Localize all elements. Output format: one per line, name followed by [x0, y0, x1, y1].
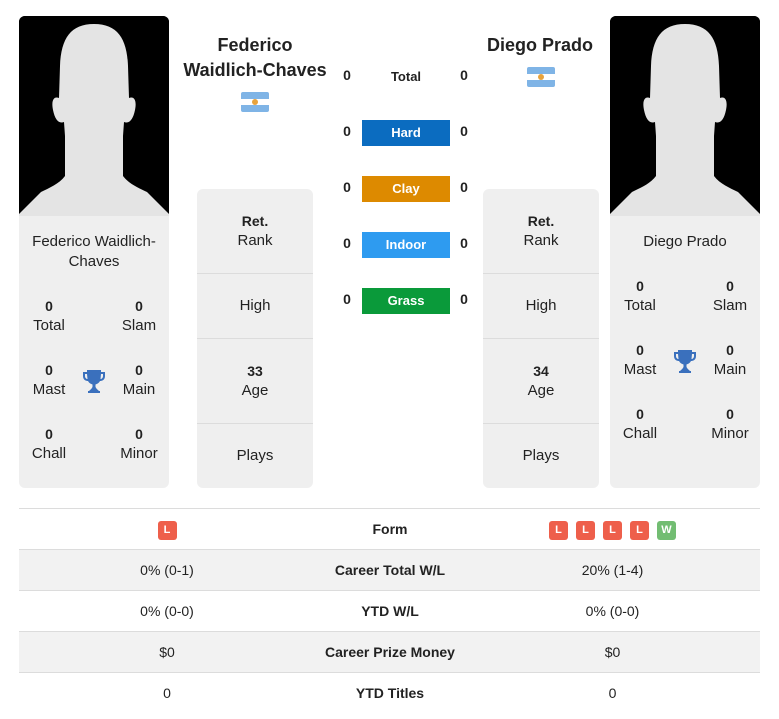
- player2-info-column: Ret. Rank High 34 Age Plays: [483, 189, 599, 488]
- player1-info-column: Ret. Rank High 33 Age Plays: [197, 189, 313, 488]
- comparison-table: L Form LLLLW 0% (0-1) Career Total W/L 2…: [19, 508, 760, 713]
- form-badge: L: [630, 520, 649, 540]
- player1-main-titles: 0 Main: [122, 362, 156, 398]
- h2h-total-p1: 0: [343, 67, 351, 83]
- table-row: 0% (0-0) YTD W/L 0% (0-0): [19, 590, 760, 631]
- player-silhouette-icon: [610, 16, 760, 216]
- player2-card: Diego Prado 0 Total 0 Slam 0 Mast 0 Main…: [610, 216, 760, 488]
- form-label: Form: [372, 521, 408, 537]
- trophy-icon: [82, 368, 106, 394]
- player1-value: 0% (0-0): [140, 603, 194, 619]
- table-row: 0% (0-1) Career Total W/L 20% (1-4): [19, 549, 760, 590]
- player1-minor-titles: 0 Minor: [120, 426, 158, 462]
- player1-slam-titles: 0 Slam: [121, 298, 157, 334]
- divider: [197, 273, 313, 274]
- player1-card: Federico Waidlich- Chaves 0 Total 0 Slam…: [19, 216, 169, 488]
- divider: [197, 423, 313, 424]
- h2h-total-p2: 0: [460, 67, 468, 83]
- player-silhouette-icon: [19, 16, 169, 216]
- player2-photo: [610, 16, 760, 216]
- player2-name-link[interactable]: Diego Prado: [470, 33, 610, 58]
- player1-value: $0: [159, 644, 175, 660]
- player1-rank: Ret. Rank: [237, 213, 273, 249]
- h2h-hard-p2: 0: [460, 123, 468, 139]
- player2-total-titles: 0 Total: [624, 278, 656, 314]
- player2-main-titles: 0 Main: [713, 342, 747, 378]
- player2-plays: Plays: [522, 447, 560, 464]
- player1-card-name-line1: Federico Waidlich-: [32, 233, 156, 250]
- table-row: 0 YTD Titles 0: [19, 672, 760, 713]
- player1-high: High: [239, 297, 271, 314]
- player1-value: 0: [163, 685, 171, 701]
- divider: [483, 338, 599, 339]
- player2-slam-titles: 0 Slam: [712, 278, 748, 314]
- player2-rank: Ret. Rank: [523, 213, 559, 249]
- player1-name-link[interactable]: Federico Waidlich-Chaves: [180, 33, 330, 83]
- row-label: Career Total W/L: [334, 562, 446, 578]
- divider: [483, 423, 599, 424]
- surface-grass-badge[interactable]: Grass: [362, 288, 450, 314]
- player2-value: 0% (0-0): [585, 603, 640, 619]
- player1-chall-titles: 0 Chall: [31, 426, 67, 462]
- trophy-icon: [673, 348, 697, 374]
- player1-card-name-line2: Chaves: [68, 253, 120, 270]
- form-badge: L: [576, 520, 595, 540]
- player2-value: 0: [608, 685, 617, 701]
- divider: [197, 338, 313, 339]
- form-badge: L: [549, 520, 568, 540]
- player1-plays: Plays: [236, 447, 274, 464]
- form-row: L Form LLLLW: [19, 508, 760, 549]
- form-badge: L: [603, 520, 622, 540]
- argentina-flag-icon: [527, 67, 555, 87]
- h2h-indoor-p2: 0: [460, 235, 468, 251]
- form-badge: L: [157, 520, 177, 540]
- player2-form: LLLLW: [490, 509, 735, 549]
- player2-card-name: Diego Prado: [643, 233, 727, 250]
- h2h-clay-p1: 0: [343, 179, 351, 195]
- h2h-hard-p1: 0: [343, 123, 351, 139]
- surface-clay-badge[interactable]: Clay: [362, 176, 450, 202]
- surface-hard-badge[interactable]: Hard: [362, 120, 450, 146]
- player2-high: High: [525, 297, 557, 314]
- player1-photo: [19, 16, 169, 216]
- player1-total-titles: 0 Total: [33, 298, 65, 334]
- player1-value: 0% (0-1): [140, 562, 194, 578]
- player1-form: L: [19, 509, 315, 549]
- surface-indoor-badge[interactable]: Indoor: [362, 232, 450, 258]
- player2-age: 34 Age: [527, 363, 555, 399]
- player2-minor-titles: 0 Minor: [711, 406, 749, 442]
- h2h-indoor-p1: 0: [343, 235, 351, 251]
- table-row: $0 Career Prize Money $0: [19, 631, 760, 672]
- h2h-total-label: Total: [390, 69, 422, 84]
- player2-value: 20% (1-4): [581, 562, 644, 578]
- row-label: YTD Titles: [355, 685, 425, 701]
- h2h-grass-p1: 0: [343, 291, 351, 307]
- player1-age: 33 Age: [241, 363, 269, 399]
- row-label: YTD W/L: [361, 603, 419, 619]
- form-badge: W: [657, 520, 676, 540]
- player1-mast-titles: 0 Mast: [32, 362, 66, 398]
- divider: [483, 273, 599, 274]
- h2h-grass-p2: 0: [460, 291, 468, 307]
- row-label: Career Prize Money: [325, 644, 455, 660]
- player2-mast-titles: 0 Mast: [623, 342, 657, 378]
- player2-chall-titles: 0 Chall: [622, 406, 658, 442]
- player2-value: $0: [604, 644, 621, 660]
- h2h-clay-p2: 0: [460, 179, 468, 195]
- argentina-flag-icon: [241, 92, 269, 112]
